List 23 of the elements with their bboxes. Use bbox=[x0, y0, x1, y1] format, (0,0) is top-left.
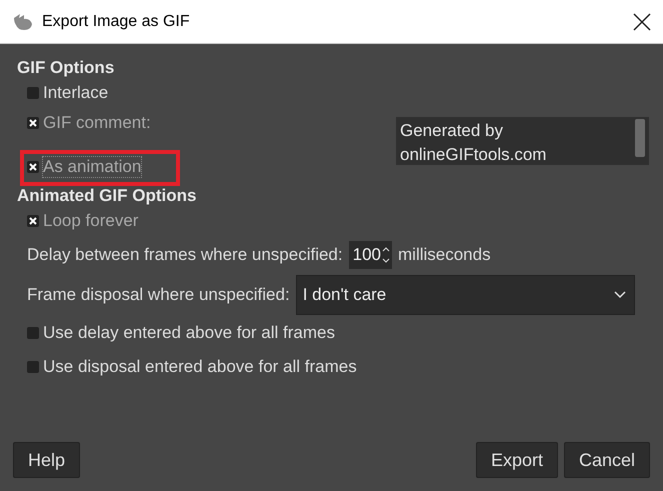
checkbox-label: As animation bbox=[43, 157, 142, 177]
delay-spinner[interactable]: 100 bbox=[348, 241, 392, 269]
help-button[interactable]: Help bbox=[13, 442, 80, 478]
cancel-button[interactable]: Cancel bbox=[564, 442, 650, 478]
disposal-dropdown[interactable]: I don't care bbox=[296, 275, 635, 315]
checkbox-label: Use disposal entered above for all frames bbox=[43, 357, 357, 377]
checkbox-label: Use delay entered above for all frames bbox=[43, 323, 335, 343]
checkbox-label: Interlace bbox=[43, 83, 108, 103]
section-heading: Animated GIF Options bbox=[17, 186, 198, 206]
window-title: Export Image as GIF bbox=[42, 12, 191, 30]
checkbox[interactable] bbox=[27, 361, 39, 373]
checkbox-label: GIF comment: bbox=[43, 113, 151, 133]
disposal-label: Frame disposal where unspecified: bbox=[27, 285, 290, 305]
unit-label: milliseconds bbox=[398, 245, 491, 265]
close-icon[interactable] bbox=[633, 12, 651, 30]
checkbox-label: Loop forever bbox=[43, 211, 138, 231]
scrollbar[interactable] bbox=[635, 119, 645, 157]
export-button[interactable]: Export bbox=[476, 442, 558, 478]
chevron-down-icon bbox=[614, 291, 626, 299]
checkbox[interactable] bbox=[27, 87, 39, 99]
delay-label: Delay between frames where unspecified: bbox=[27, 245, 343, 265]
checkbox[interactable] bbox=[27, 327, 39, 339]
section-heading: GIF Options bbox=[17, 58, 116, 78]
